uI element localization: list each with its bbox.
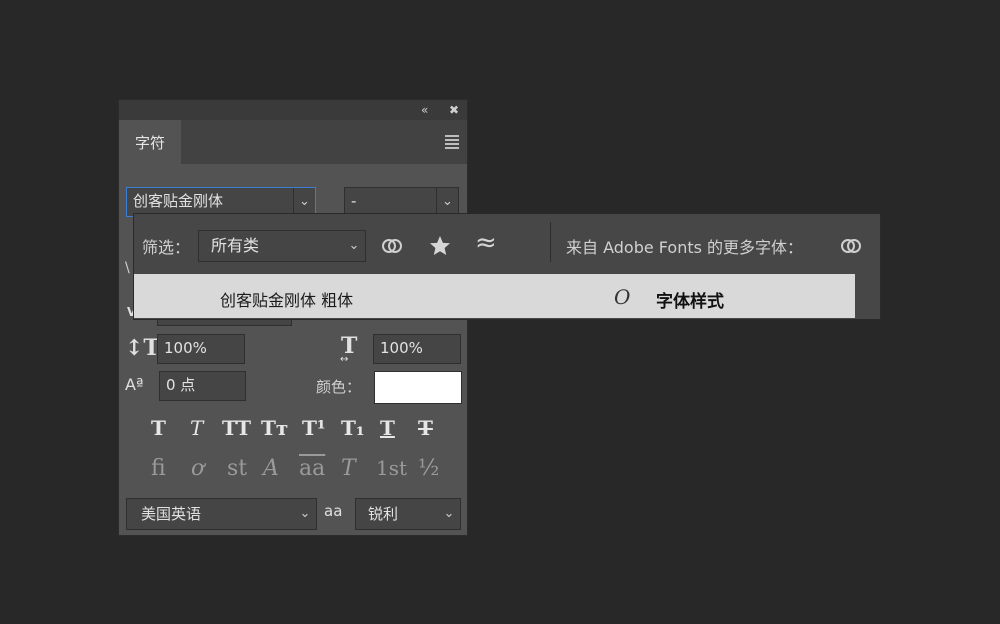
language-value: 美国英语 — [141, 505, 202, 523]
language-dropdown[interactable]: 美国英语 ⌄ — [126, 498, 317, 530]
font-name: 创客贴金刚体 粗体 — [220, 291, 354, 310]
antialias-value: 锐利 — [368, 505, 399, 523]
ordinals-button[interactable]: 1st — [376, 456, 407, 480]
similar-fonts-icon[interactable]: ≈ — [475, 228, 497, 258]
filter-label: 筛选： — [142, 238, 191, 257]
faux-italic-button[interactable]: T — [190, 416, 203, 440]
filter-dropdown[interactable]: 所有类 ⌄ — [198, 230, 366, 262]
alternate-ligatures-button[interactable]: ơ — [191, 456, 204, 481]
favorites-star-icon[interactable] — [428, 234, 452, 258]
chevron-down-icon[interactable]: ⌄ — [436, 188, 458, 216]
antialias-icon: aa — [324, 502, 343, 520]
panel-tab-strip: 字符 — [119, 120, 467, 164]
creative-cloud-filter-icon[interactable] — [380, 234, 404, 258]
all-caps-button[interactable]: TT — [222, 416, 251, 440]
divider — [550, 222, 551, 262]
baseline-shift-input[interactable]: 0 点 — [159, 371, 246, 401]
discretionary-ligatures-button[interactable]: st — [227, 456, 247, 481]
strikethrough-button[interactable]: T — [418, 416, 433, 440]
superscript-button[interactable]: T¹ — [302, 416, 326, 440]
horizontal-scale-value: 100% — [380, 339, 423, 357]
chevron-down-icon[interactable]: ⌄ — [438, 499, 460, 529]
font-family-value: 创客贴金刚体 — [133, 192, 224, 210]
font-style-value: - — [351, 192, 357, 210]
swash-button[interactable]: A — [263, 456, 279, 481]
collapse-icon[interactable]: « — [421, 102, 428, 118]
tab-character-label: 字符 — [134, 133, 165, 152]
font-list-scrollbar[interactable] — [855, 274, 880, 318]
vertical-scale-icon: ↕T — [125, 335, 160, 361]
baseline-shift-value: 0 点 — [166, 376, 196, 394]
tab-character[interactable]: 字符 — [119, 120, 181, 164]
font-list-item[interactable]: 创客贴金刚体 粗体 O 字体样式 — [134, 274, 855, 318]
panel-title-bar: « ✖ — [119, 100, 467, 120]
ligatures-button[interactable]: fi — [151, 456, 166, 481]
antialias-dropdown[interactable]: 锐利 ⌄ — [355, 498, 461, 530]
chevron-down-icon[interactable]: ⌄ — [343, 231, 365, 261]
adobe-fonts-cloud-icon[interactable] — [839, 234, 863, 258]
titling-alternates-button[interactable]: T — [341, 456, 356, 481]
horizontal-arrows-icon: ↔ — [340, 354, 349, 365]
close-icon[interactable]: ✖ — [449, 102, 459, 118]
small-caps-button[interactable]: Tт — [261, 416, 288, 440]
chevron-down-icon[interactable]: ⌄ — [293, 188, 315, 216]
adobe-fonts-label: 来自 Adobe Fonts 的更多字体： — [566, 238, 804, 257]
vertical-scale-input[interactable]: 100% — [157, 334, 245, 364]
panel-menu-icon[interactable] — [445, 135, 459, 151]
filter-value: 所有类 — [211, 236, 260, 255]
underline-button[interactable]: T — [380, 416, 395, 440]
leading-icon: \ — [125, 260, 130, 276]
opentype-font-icon: O — [614, 285, 631, 309]
faux-bold-button[interactable]: T — [151, 416, 166, 440]
color-label: 颜色： — [316, 378, 362, 396]
font-sample-preview: 字体样式 — [656, 292, 724, 312]
baseline-shift-icon: Aª — [125, 375, 144, 394]
font-list-popup: 筛选： 所有类 ⌄ ≈ 来自 Adobe Fonts 的更多字体： 创客贴金刚体… — [133, 213, 881, 320]
stylistic-alternates-button[interactable]: aa — [299, 456, 325, 481]
horizontal-scale-input[interactable]: 100% — [373, 334, 461, 364]
vertical-scale-value: 100% — [164, 339, 207, 357]
chevron-down-icon[interactable]: ⌄ — [294, 499, 316, 529]
fractions-button[interactable]: ½ — [418, 456, 439, 481]
subscript-button[interactable]: T₁ — [341, 416, 365, 440]
color-swatch[interactable] — [374, 371, 462, 404]
